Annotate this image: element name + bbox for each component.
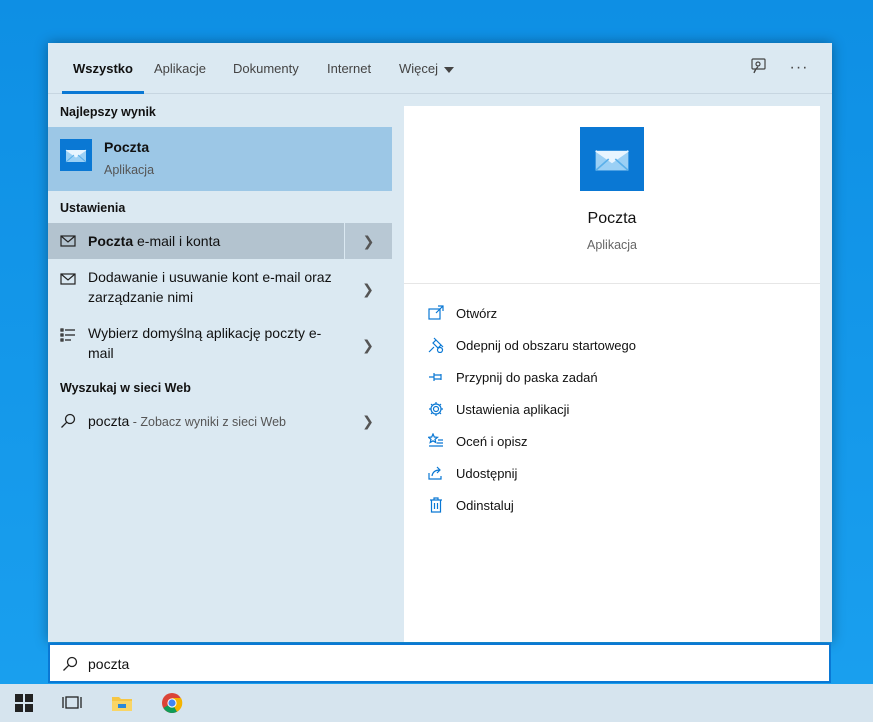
search-panel: Wszystko Aplikacje Dokumenty Internet Wi… — [48, 43, 832, 642]
file-explorer-icon[interactable] — [98, 684, 146, 722]
action-uninstall[interactable]: Odinstaluj — [428, 493, 514, 517]
tab-documents[interactable]: Dokumenty — [233, 43, 299, 94]
web-search-suffix: - Zobacz wyniki z sieci Web — [129, 415, 287, 429]
taskbar — [0, 684, 873, 722]
task-view-icon[interactable] — [48, 684, 96, 722]
settings-item-mail-accounts[interactable]: Poczta e-mail i konta ❯ — [48, 223, 392, 259]
pin-icon — [429, 373, 442, 381]
preview-pane: Poczta Aplikacja Otwórz Odepnij od obsza… — [404, 106, 820, 642]
action-rate-review[interactable]: Oceń i opisz — [428, 429, 528, 453]
action-label: Odinstaluj — [456, 497, 514, 513]
unpin-icon — [428, 337, 444, 353]
action-share[interactable]: Udostępnij — [428, 461, 517, 485]
mail-app-icon — [580, 127, 644, 191]
best-match-name: Poczta — [104, 139, 150, 155]
gear-icon — [429, 402, 443, 416]
list-settings-icon — [60, 328, 75, 342]
tab-more-label: Więcej — [399, 61, 439, 76]
more-options-icon[interactable]: ··· — [788, 57, 810, 79]
web-search-label: poczta - Zobacz wyniki z sieci Web — [88, 411, 338, 432]
action-label: Przypnij do paska zadań — [456, 369, 598, 385]
chrome-icon[interactable] — [148, 684, 196, 722]
tab-all[interactable]: Wszystko — [62, 43, 144, 94]
rate-icon — [428, 433, 443, 447]
envelope-icon — [60, 235, 76, 247]
search-box[interactable] — [48, 643, 831, 683]
settings-item-label-bold: Poczta — [88, 233, 134, 249]
action-unpin-start[interactable]: Odepnij od obszaru startowego — [428, 333, 636, 357]
envelope-icon — [60, 273, 76, 285]
action-label: Otwórz — [456, 305, 498, 321]
chevron-right-icon[interactable]: ❯ — [344, 263, 392, 315]
best-match-type: Aplikacja — [104, 163, 155, 177]
action-label: Ustawienia aplikacji — [456, 401, 570, 417]
mail-app-icon — [60, 139, 92, 171]
open-icon — [428, 305, 444, 320]
tab-more[interactable]: Więcej — [399, 43, 455, 94]
best-match-heading: Najlepszy wynik — [60, 105, 156, 119]
preview-app-name: Poczta — [587, 210, 637, 227]
chevron-down-icon — [444, 66, 455, 73]
settings-item-label: Dodawanie i usuwanie kont e-mail oraz za… — [88, 269, 332, 305]
action-open[interactable]: Otwórz — [428, 301, 497, 325]
action-label: Oceń i opisz — [456, 433, 528, 449]
feedback-icon[interactable] — [748, 57, 770, 79]
search-input[interactable] — [88, 653, 788, 675]
results-list: Najlepszy wynik Poczta Aplikacja Ustawie… — [48, 95, 392, 642]
tab-internet[interactable]: Internet — [327, 43, 371, 94]
action-pin-taskbar[interactable]: Przypnij do paska zadań — [428, 365, 598, 389]
search-icon — [63, 656, 78, 671]
share-icon — [428, 466, 442, 480]
settings-item-label: Poczta e-mail i konta — [88, 231, 338, 251]
preview-app-type: Aplikacja — [586, 238, 638, 252]
divider — [404, 283, 820, 284]
chevron-right-icon[interactable]: ❯ — [344, 403, 392, 439]
chevron-right-icon[interactable]: ❯ — [344, 319, 392, 371]
web-search-item[interactable]: poczta - Zobacz wyniki z sieci Web ❯ — [48, 403, 392, 439]
action-app-settings[interactable]: Ustawienia aplikacji — [428, 397, 569, 421]
settings-item-manage-accounts[interactable]: Dodawanie i usuwanie kont e-mail oraz za… — [48, 263, 392, 315]
tab-apps[interactable]: Aplikacje — [154, 43, 206, 94]
filter-tabs: Wszystko Aplikacje Dokumenty Internet Wi… — [48, 43, 832, 94]
settings-item-label: Wybierz domyślną aplikację poczty e-mail — [88, 325, 322, 361]
windows-start-icon[interactable] — [0, 684, 48, 722]
web-search-heading: Wyszukaj w sieci Web — [60, 381, 191, 395]
chevron-right-icon[interactable]: ❯ — [344, 223, 392, 259]
web-search-query: poczta — [88, 413, 130, 429]
action-label: Udostępnij — [456, 465, 518, 481]
settings-heading: Ustawienia — [60, 201, 126, 215]
best-match-item[interactable]: Poczta Aplikacja — [48, 127, 392, 191]
settings-item-label-rest: e-mail i konta — [133, 233, 221, 249]
action-label: Odepnij od obszaru startowego — [456, 337, 636, 353]
search-icon — [61, 413, 76, 428]
trash-icon — [430, 497, 442, 513]
settings-item-default-mail-app[interactable]: Wybierz domyślną aplikację poczty e-mail… — [48, 319, 392, 371]
